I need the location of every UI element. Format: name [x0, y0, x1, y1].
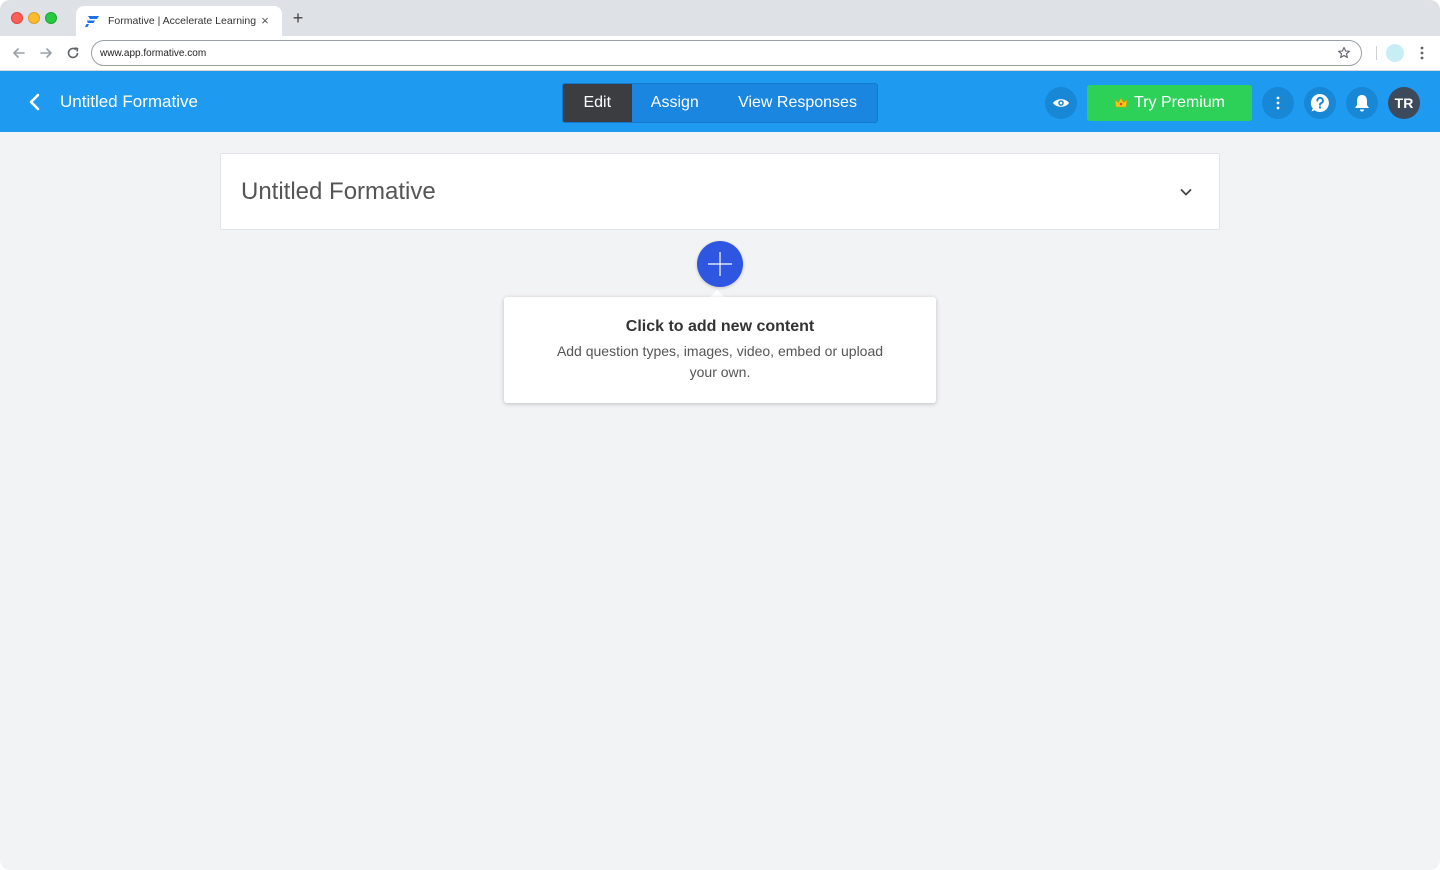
preview-button[interactable]: [1045, 87, 1077, 119]
formative-logo-icon: [85, 16, 99, 27]
back-arrow-icon[interactable]: [10, 44, 28, 62]
app-header: Untitled Formative Edit Assign View Resp…: [0, 71, 1440, 132]
tab-assign[interactable]: Assign: [632, 84, 718, 122]
eye-icon: [1053, 99, 1069, 107]
bell-icon: [1355, 95, 1369, 112]
chrome-menu-icon[interactable]: [1414, 44, 1430, 62]
browser-window: Formative | Accelerate Learning × + www.…: [0, 0, 1440, 870]
tab-view-responses[interactable]: View Responses: [718, 84, 877, 122]
more-options-button[interactable]: [1262, 87, 1294, 119]
browser-tab[interactable]: Formative | Accelerate Learning ×: [76, 6, 282, 36]
try-premium-button[interactable]: Try Premium: [1087, 85, 1252, 121]
mode-tabs: Edit Assign View Responses: [562, 83, 878, 123]
more-vertical-icon: [1276, 96, 1280, 110]
toolbar-divider: [1376, 46, 1377, 60]
maximize-window-button[interactable]: [45, 12, 57, 24]
tab-strip: Formative | Accelerate Learning × +: [0, 0, 1440, 36]
tab-edit[interactable]: Edit: [563, 84, 632, 122]
chevron-left-icon[interactable]: [26, 92, 44, 112]
formative-title-card[interactable]: Untitled Formative: [220, 153, 1220, 230]
tab-title: Formative | Accelerate Learning: [108, 15, 257, 27]
address-bar[interactable]: www.app.formative.com: [91, 40, 1362, 66]
new-tab-button[interactable]: +: [290, 9, 306, 27]
star-icon[interactable]: [1337, 46, 1351, 60]
crown-icon: [1114, 97, 1128, 108]
chevron-down-icon[interactable]: [1179, 185, 1193, 199]
profile-avatar[interactable]: [1386, 44, 1404, 62]
tab-close-icon[interactable]: ×: [258, 14, 272, 28]
url-text: www.app.formative.com: [100, 47, 207, 59]
browser-toolbar: www.app.formative.com: [0, 36, 1440, 71]
help-button[interactable]: [1304, 87, 1336, 119]
help-icon: [1310, 93, 1329, 112]
add-content-tooltip: Click to add new content Add question ty…: [504, 297, 936, 403]
add-content-button[interactable]: [697, 241, 743, 287]
user-avatar[interactable]: TR: [1388, 87, 1420, 119]
forward-arrow-icon[interactable]: [37, 44, 55, 62]
reload-icon[interactable]: [64, 44, 82, 62]
try-premium-label: Try Premium: [1134, 94, 1225, 111]
formative-title-link[interactable]: Untitled Formative: [60, 91, 198, 113]
tooltip-heading: Click to add new content: [625, 318, 815, 335]
notifications-button[interactable]: [1346, 87, 1378, 119]
formative-title-heading[interactable]: Untitled Formative: [241, 178, 436, 206]
plus-icon: [708, 252, 732, 276]
close-window-button[interactable]: [11, 12, 23, 24]
tooltip-body: Add question types, images, video, embed…: [556, 343, 884, 380]
minimize-window-button[interactable]: [28, 12, 40, 24]
